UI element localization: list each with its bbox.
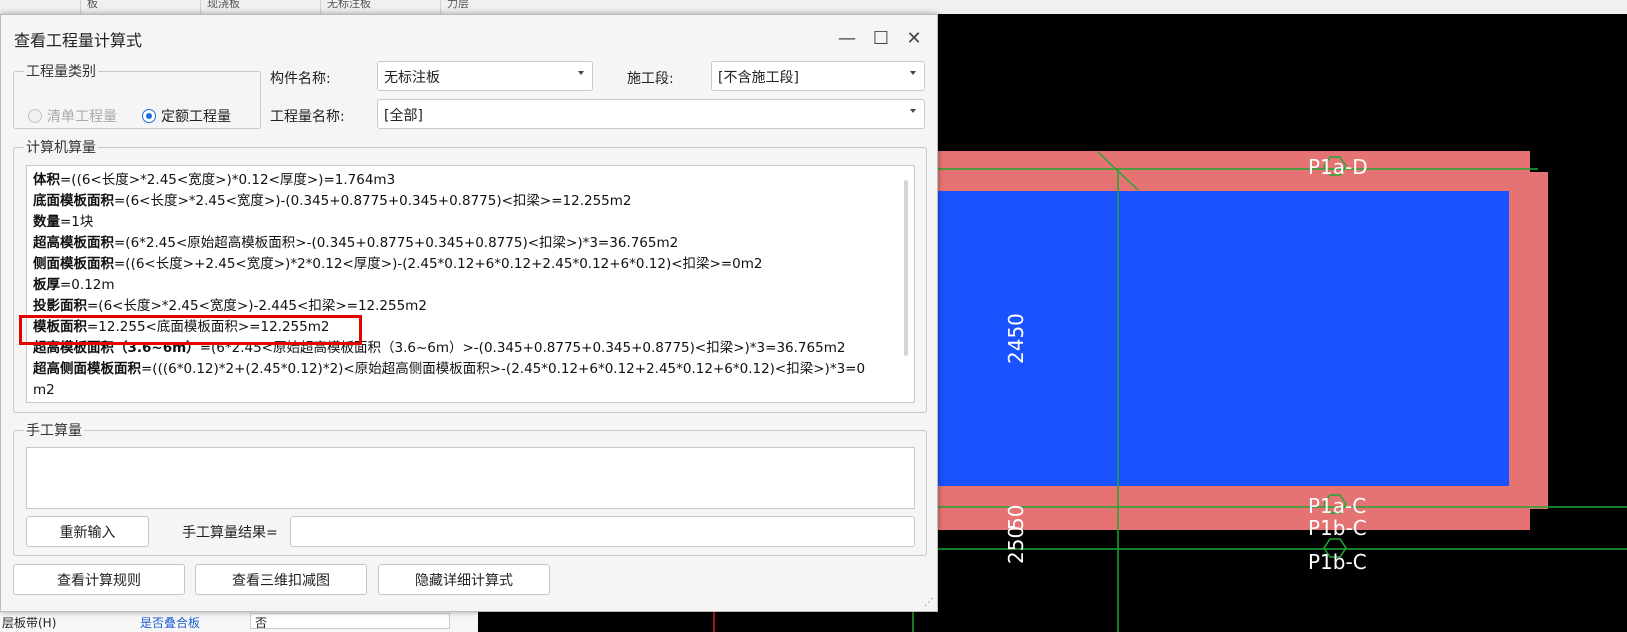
beam-shape <box>1530 172 1548 509</box>
quantity-name-select[interactable]: [全部] <box>377 99 925 129</box>
calc-line: 投影面积=(6<长度>*2.45<宽度>)-2.445<扣梁>=12.255m2 <box>33 298 427 314</box>
component-name-select[interactable]: 无标注板 <box>377 61 593 91</box>
construction-stage-label: 施工段: <box>627 71 674 87</box>
calc-line: 侧面模板面积=((6<长度>+2.45<宽度>)*2*0.12<厚度>)-(2.… <box>33 256 763 272</box>
bg-row-value[interactable]: 否 <box>250 613 450 630</box>
bg-cell: 现浇板 <box>200 0 327 14</box>
calc-line: 底面模板面积=(6<长度>*2.45<宽度>)-(0.345+0.8775+0.… <box>33 193 632 209</box>
radio-checked-icon <box>142 109 156 123</box>
axis-label: P1b-C <box>1308 550 1367 574</box>
calc-line: 数量=1块 <box>33 214 94 230</box>
component-name-value: 无标注板 <box>384 70 440 86</box>
vertical-scrollbar[interactable] <box>904 180 908 356</box>
construction-stage-value: [不含施工段] <box>718 70 799 86</box>
background-table-header: 板 现浇板 无标注板 力层 <box>0 0 1627 15</box>
bg-row-link[interactable]: 是否叠合板 <box>140 614 200 631</box>
manual-result-label: 手工算量结果= <box>182 525 278 541</box>
maximize-icon: ☐ <box>872 27 890 49</box>
calc-formula-textarea[interactable]: 体积=((6<长度>*2.45<宽度>)*0.12<厚度>)=1.764m3 底… <box>26 165 915 403</box>
chevron-down-icon <box>910 109 916 113</box>
radio-label: 清单工程量 <box>47 109 117 125</box>
highlight-box <box>19 315 362 345</box>
view-3d-deduction-button[interactable]: 查看三维扣减图 <box>195 564 367 595</box>
axis-label: P1b-C <box>1308 516 1367 540</box>
chevron-down-icon <box>910 71 916 75</box>
axis-label: P1a-D <box>1308 155 1368 179</box>
bg-cell: 无标注板 <box>320 0 447 14</box>
component-name-label: 构件名称: <box>270 71 331 87</box>
close-icon: ✕ <box>906 27 922 49</box>
minimize-button[interactable]: — <box>833 25 861 51</box>
radio-label: 定额工程量 <box>161 109 231 125</box>
dimension-label: 2450 <box>1004 313 1028 364</box>
radio-icon <box>28 109 42 123</box>
dialog-title-bar[interactable]: 查看工程量计算式 — ☐ ✕ <box>1 15 937 61</box>
bg-row-label: 层板带(H) <box>2 616 57 630</box>
close-button[interactable]: ✕ <box>900 25 928 51</box>
quantity-formula-dialog: 查看工程量计算式 — ☐ ✕ 工程量类别 清单工程量 定额工程量 构件名称: 无… <box>0 14 938 612</box>
view-calc-rules-button[interactable]: 查看计算规则 <box>13 564 185 595</box>
radio-quota-quantity[interactable]: 定额工程量 <box>142 106 231 126</box>
manual-result-input[interactable] <box>290 516 915 547</box>
manual-calc-legend: 手工算量 <box>26 423 82 439</box>
bg-cell: 力层 <box>440 0 567 14</box>
background-property-row: 层板带(H) 是否叠合板 否 <box>0 612 478 632</box>
quantity-type-group: 工程量类别 清单工程量 定额工程量 <box>13 61 261 129</box>
dimension-label: 50 <box>1004 504 1028 530</box>
calc-line: 超高模板面积=(6*2.45<原始超高模板面积>-(0.345+0.8775+0… <box>33 235 679 251</box>
calc-line: 体积=((6<长度>*2.45<宽度>)*0.12<厚度>)=1.764m3 <box>33 172 396 188</box>
resize-grip-icon[interactable]: ⋰ <box>924 598 934 608</box>
calc-line: 板厚=0.12m <box>33 277 115 293</box>
quantity-type-legend: 工程量类别 <box>26 64 96 80</box>
hide-detail-formula-button[interactable]: 隐藏详细计算式 <box>378 564 550 595</box>
manual-formula-input[interactable] <box>26 447 915 509</box>
calc-line: m2 <box>33 382 55 398</box>
minimize-icon: — <box>838 27 856 49</box>
quantity-name-label: 工程量名称: <box>270 109 345 125</box>
reinput-button[interactable]: 重新输入 <box>26 516 149 547</box>
construction-stage-select[interactable]: [不含施工段] <box>711 61 925 91</box>
maximize-button[interactable]: ☐ <box>867 25 895 51</box>
dialog-title: 查看工程量计算式 <box>14 31 143 50</box>
chevron-down-icon <box>578 71 584 75</box>
radio-list-quantity[interactable]: 清单工程量 <box>28 106 117 126</box>
bg-cell: 板 <box>80 0 207 14</box>
axis-label: P1a-C <box>1308 494 1367 518</box>
quantity-name-value: [全部] <box>384 108 423 124</box>
dimension-label: 250 <box>1004 525 1028 564</box>
computer-calc-legend: 计算机算量 <box>26 140 96 156</box>
calc-line: 超高侧面模板面积=(((6*0.12)*2+(2.45*0.12)*2)<原始超… <box>33 361 866 377</box>
